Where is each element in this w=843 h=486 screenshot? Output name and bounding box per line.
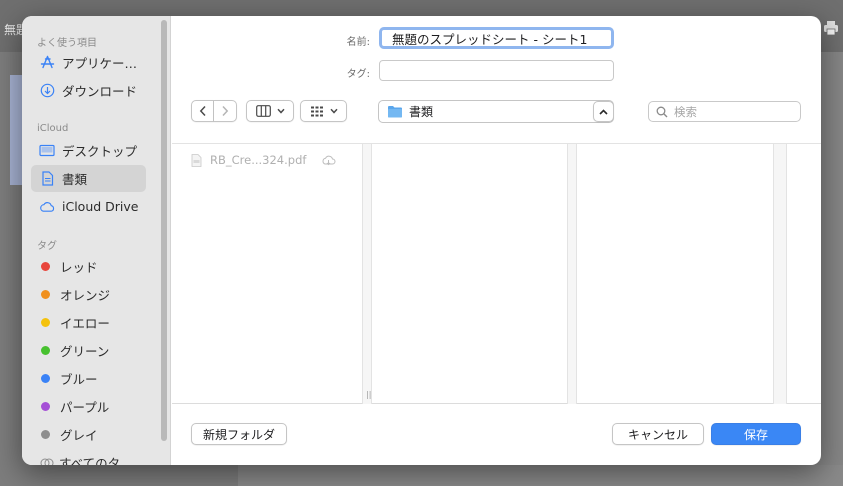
sidebar-item-label: iCloud Drive <box>62 199 139 214</box>
location-label: 書類 <box>409 105 434 119</box>
file-row[interactable]: RB_Cre...324.pdf <box>191 153 336 167</box>
tag-dot-green <box>41 346 50 355</box>
pdf-file-icon <box>191 153 202 167</box>
cloud-icon <box>39 199 55 215</box>
sidebar-item-desktop[interactable]: デスクトップ <box>31 137 146 164</box>
name-input[interactable] <box>379 27 614 49</box>
sidebar-tag-green[interactable]: グリーン <box>31 337 146 364</box>
file-name: RB_Cre...324.pdf <box>210 153 307 167</box>
sidebar-tag-yellow[interactable]: イエロー <box>31 309 146 336</box>
sidebar-item-label: オレンジ <box>60 288 111 303</box>
print-icon <box>824 21 838 36</box>
sidebar-item-label: レッド <box>60 260 98 275</box>
sidebar-item-label: すべてのタ… <box>59 456 133 465</box>
chevron-down-icon <box>329 108 338 114</box>
sidebar-item-label: ブルー <box>60 372 98 387</box>
sidebar-tag-red[interactable]: レッド <box>31 253 146 280</box>
sidebar-section-favorites: よく使う項目 <box>37 38 97 49</box>
applications-icon <box>39 55 55 71</box>
forward-button[interactable] <box>214 100 237 122</box>
column-resize-grip[interactable]: || <box>366 390 371 399</box>
cancel-button[interactable]: キャンセル <box>612 423 704 445</box>
sidebar-item-icloud-drive[interactable]: iCloud Drive <box>31 193 146 220</box>
column-divider[interactable] <box>362 144 372 404</box>
chevron-right-icon <box>222 105 229 117</box>
sidebar-scrollbar[interactable] <box>161 20 167 441</box>
sidebar-tag-orange[interactable]: オレンジ <box>31 281 146 308</box>
tags-input[interactable] <box>379 60 614 81</box>
group-grid-icon <box>310 106 323 116</box>
sidebar-tag-gray[interactable]: グレイ <box>31 421 146 448</box>
sidebar-item-label: デスクトップ <box>62 144 138 159</box>
sidebar-item-downloads[interactable]: ダウンロード <box>31 77 146 104</box>
all-tags-icon <box>39 455 55 465</box>
chevron-left-icon <box>199 105 206 117</box>
view-mode-button[interactable] <box>246 100 294 122</box>
search-placeholder: 検索 <box>674 104 697 119</box>
save-button[interactable]: 保存 <box>711 423 801 445</box>
column-divider[interactable] <box>567 144 577 404</box>
file-browser: || <box>172 143 821 404</box>
tag-dot-purple <box>41 402 50 411</box>
downloads-icon <box>39 83 55 99</box>
save-dialog: よく使う項目 アプリケー… ダウンロード iCloud デスクトップ 書類 iC… <box>22 16 821 465</box>
sidebar-section-tags: タグ <box>37 241 57 252</box>
back-button[interactable] <box>191 100 214 122</box>
columns-view-icon <box>255 105 271 117</box>
chevron-up-icon <box>599 108 608 115</box>
group-button[interactable] <box>300 100 347 122</box>
search-input[interactable]: 検索 <box>648 101 801 122</box>
tag-dot-blue <box>41 374 50 383</box>
tag-dot-red <box>41 262 50 271</box>
tag-dot-orange <box>41 290 50 299</box>
document-icon <box>39 171 55 187</box>
new-folder-button[interactable]: 新規フォルダ <box>191 423 287 445</box>
collapse-button[interactable] <box>593 101 614 122</box>
sidebar-item-label: グレイ <box>60 428 98 443</box>
sidebar: よく使う項目 アプリケー… ダウンロード iCloud デスクトップ 書類 iC… <box>22 16 171 465</box>
sidebar-all-tags[interactable]: すべてのタ… <box>31 449 146 465</box>
sidebar-item-label: ダウンロード <box>62 84 138 99</box>
sidebar-tag-purple[interactable]: パープル <box>31 393 146 420</box>
location-popup[interactable]: 書類 <box>378 100 614 123</box>
background-canvas <box>238 465 843 486</box>
column-divider[interactable] <box>773 144 787 404</box>
sidebar-item-label: イエロー <box>60 316 110 331</box>
search-icon <box>656 106 668 117</box>
tag-dot-gray <box>41 430 50 439</box>
desktop-icon <box>39 143 55 159</box>
tag-dot-yellow <box>41 318 50 327</box>
sidebar-tag-blue[interactable]: ブルー <box>31 365 146 392</box>
sidebar-item-applications[interactable]: アプリケー… <box>31 49 146 76</box>
sidebar-item-documents[interactable]: 書類 <box>31 165 146 192</box>
name-label: 名前: <box>346 37 370 48</box>
sidebar-item-label: 書類 <box>62 172 88 187</box>
sidebar-section-icloud: iCloud <box>37 123 69 134</box>
folder-icon <box>388 106 402 118</box>
tags-label: タグ: <box>346 69 370 80</box>
chevron-down-icon <box>276 108 285 114</box>
sidebar-item-label: パープル <box>60 400 110 415</box>
sidebar-item-label: アプリケー… <box>62 56 138 71</box>
cloud-download-icon <box>322 155 336 165</box>
sidebar-item-label: グリーン <box>60 344 110 359</box>
